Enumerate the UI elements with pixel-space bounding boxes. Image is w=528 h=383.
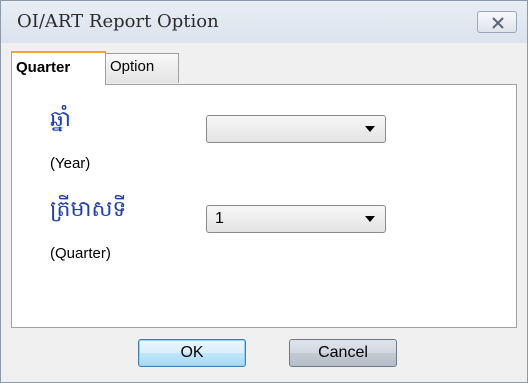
quarter-label-english: (Quarter) [50,245,111,262]
cancel-button[interactable]: Cancel [289,339,397,367]
chevron-down-icon [365,216,375,222]
year-label-english: (Year) [50,155,91,172]
quarter-dropdown[interactable]: 1 [206,205,386,233]
tab-quarter[interactable]: Quarter [11,51,106,85]
tab-option-label: Option [110,58,155,75]
tab-option[interactable]: Option [105,53,179,83]
year-dropdown[interactable] [206,115,386,143]
tab-quarter-label: Quarter [16,59,71,76]
chevron-down-icon [365,126,375,132]
quarter-label-khmer: ត្រីមាសទី [50,197,127,222]
quarter-tab-panel: ឆ្នាំ (Year) ត្រីមាសទី (Quarter) 1 [11,84,517,328]
dialog-client-area: Quarter Option ឆ្នាំ (Year) ត្រីមាសទី (Q… [7,43,521,377]
close-button[interactable] [477,11,517,33]
quarter-dropdown-value: 1 [215,210,224,227]
year-label-khmer: ឆ្នាំ [50,107,71,132]
button-bar: OK Cancel [7,333,521,377]
window-title: OI/ART Report Option [17,11,219,32]
close-icon [492,17,504,29]
title-bar[interactable]: OI/ART Report Option [1,1,527,43]
report-option-dialog: OI/ART Report Option Quarter Option ឆ្នា… [0,0,528,383]
ok-button[interactable]: OK [138,339,246,367]
